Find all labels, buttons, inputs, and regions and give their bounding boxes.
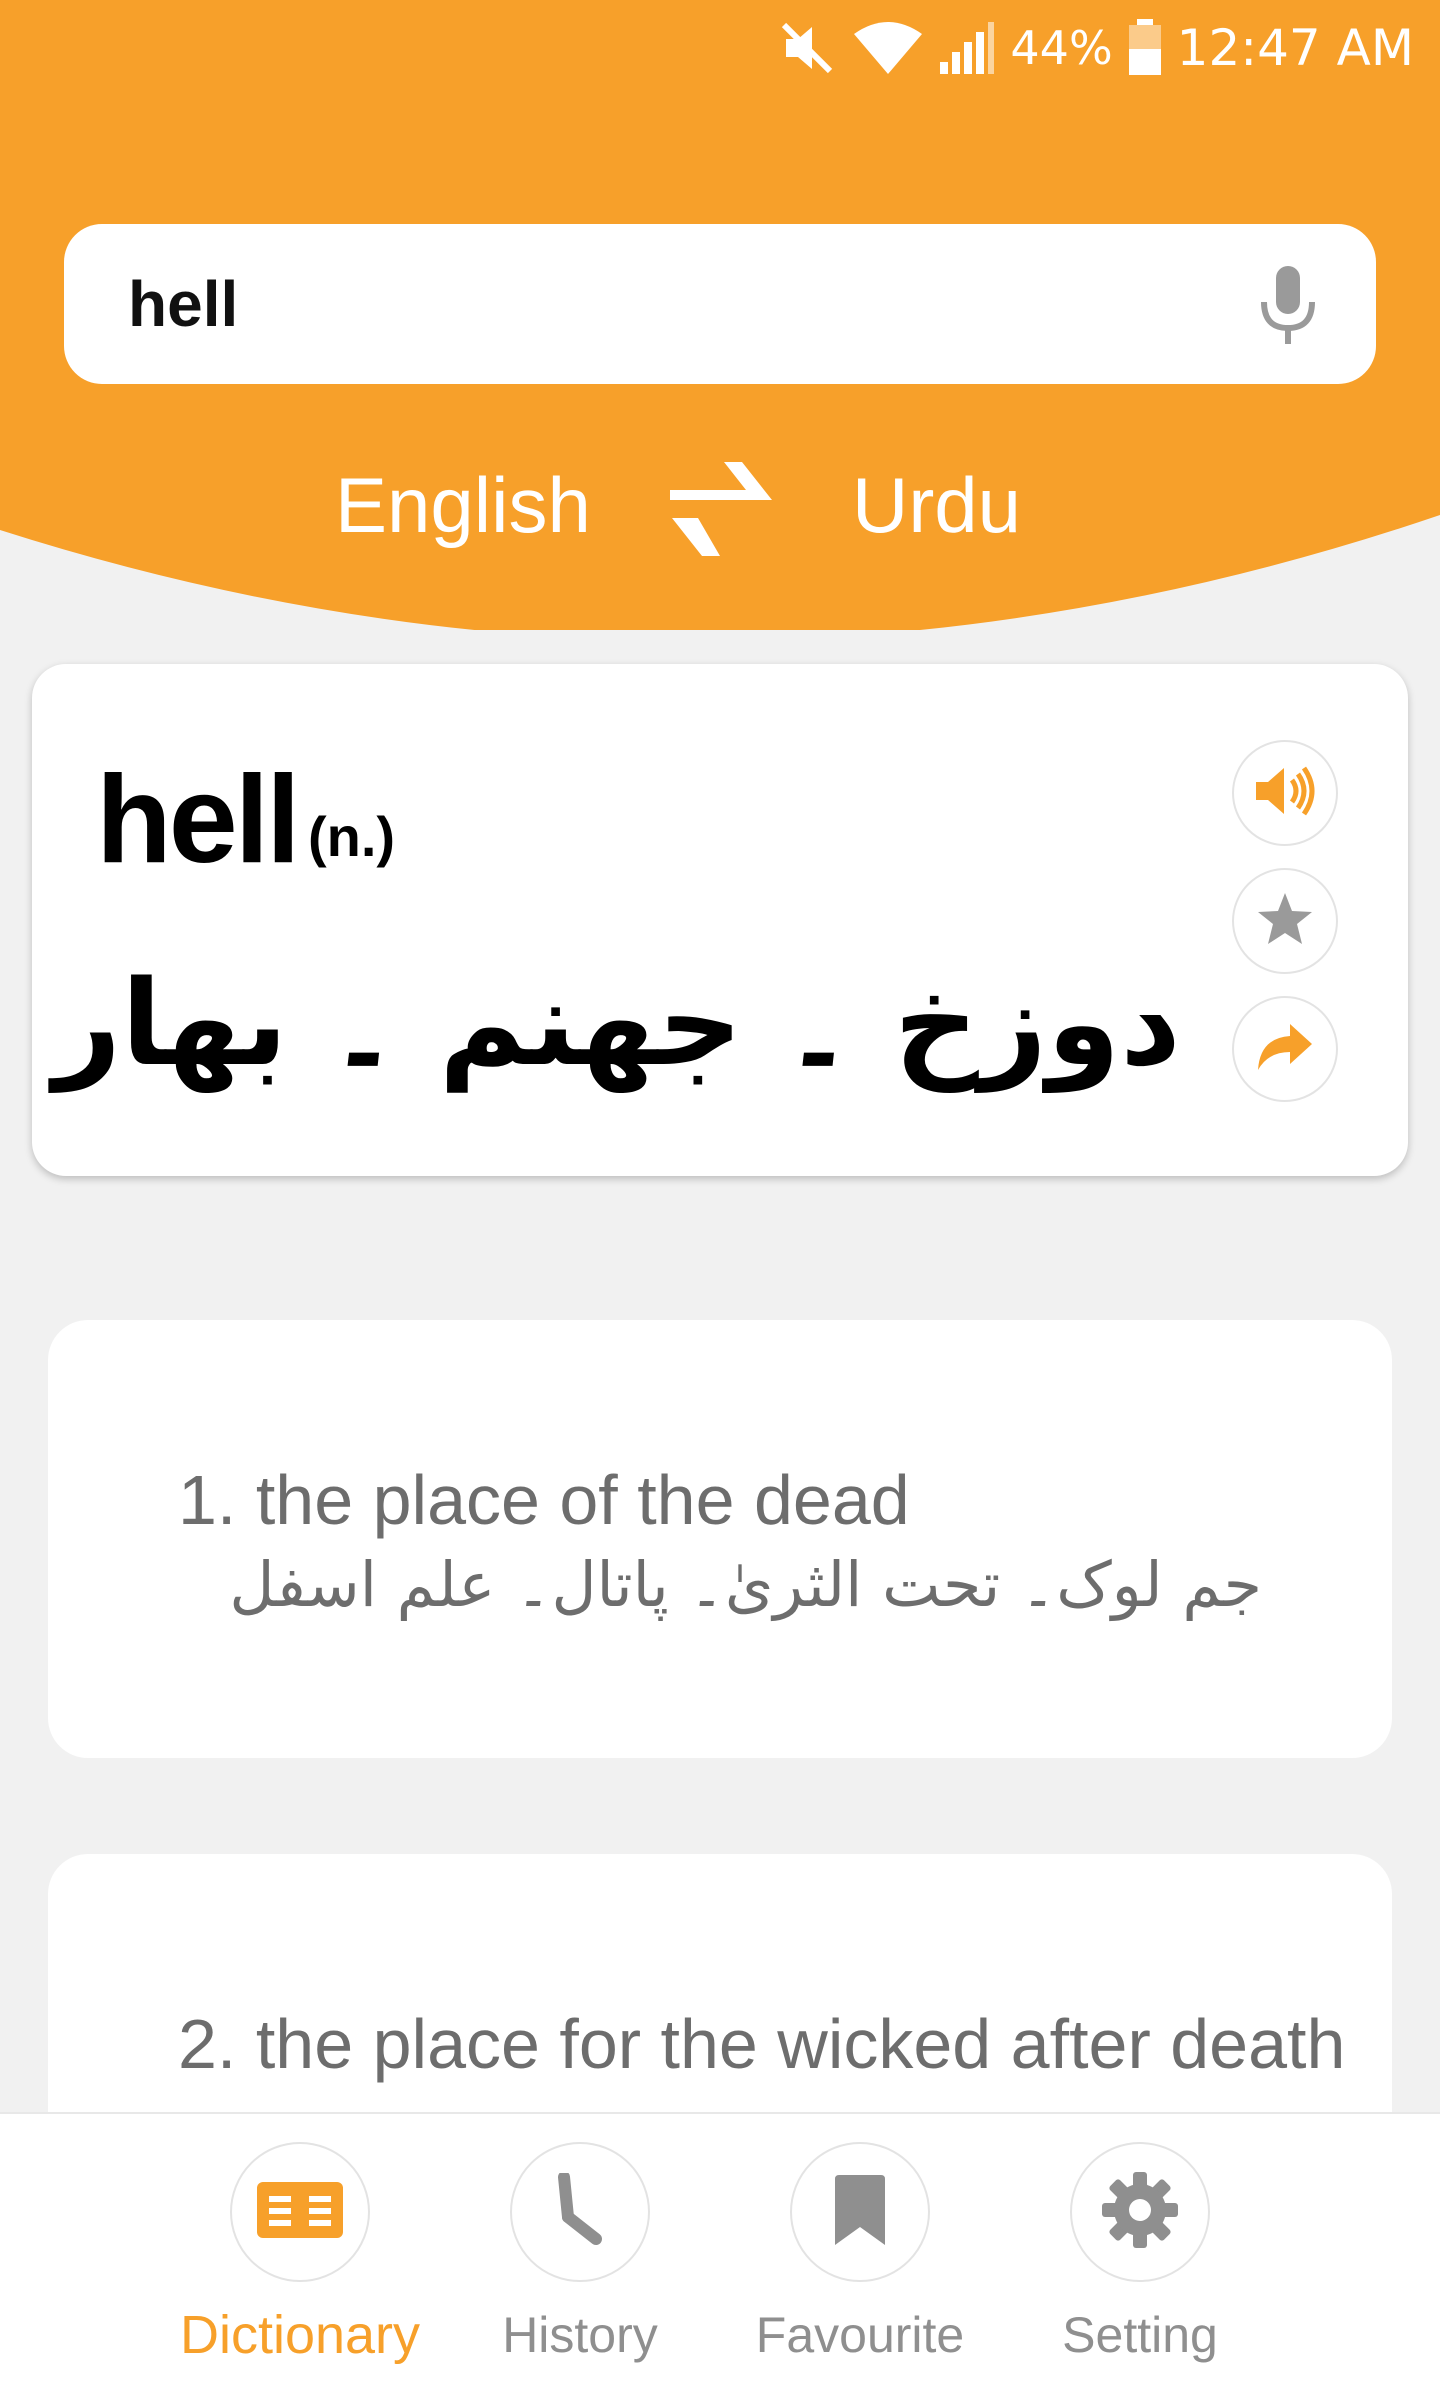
nav-favourite-label[interactable]: Favourite [720, 2306, 1000, 2364]
search-value[interactable]: hell [128, 267, 238, 341]
search-input[interactable]: hell [64, 224, 1376, 384]
meaning-english: 2. the place for the wicked after death [178, 2005, 1346, 2083]
status-bar: 44% 12:47 AM [0, 0, 1440, 96]
clock-icon [550, 2170, 610, 2252]
favourite-button[interactable] [1232, 868, 1338, 974]
language-selector: English Urdu [0, 450, 1440, 560]
wifi-icon [852, 20, 924, 76]
nav-setting-circle[interactable] [1070, 2142, 1210, 2282]
nav-history[interactable]: History [440, 2114, 720, 2392]
gear-icon [1102, 2171, 1178, 2253]
mute-icon [780, 21, 838, 75]
source-language[interactable]: English [335, 460, 591, 551]
share-button[interactable] [1232, 996, 1338, 1102]
battery-percent: 44% [1010, 21, 1113, 75]
word-translation: دوزخ ۔ جھنم ۔ بھار [53, 954, 1181, 1092]
meaning-urdu: جم لوک۔ تحت الثریٰ۔ پاتال۔ علم اسفل [229, 1548, 1262, 1621]
word-title: hell [96, 751, 301, 889]
bottom-nav: Dictionary History Favourite Setting [0, 2112, 1440, 2392]
target-language[interactable]: Urdu [852, 460, 1021, 551]
bookmark-icon [833, 2174, 887, 2250]
word-card: hell (n.) دوزخ ۔ جھنم ۔ بھار [32, 664, 1408, 1176]
nav-history-label[interactable]: History [440, 2306, 720, 2364]
meaning-english: 1. the place of the dead [178, 1461, 910, 1539]
share-icon [1256, 1022, 1314, 1077]
part-of-speech: (n.) [308, 805, 396, 868]
book-icon [257, 2181, 343, 2243]
nav-favourite[interactable]: Favourite [720, 2114, 1000, 2392]
meaning-card: 1. the place of the dead جم لوک۔ تحت الث… [48, 1320, 1392, 1758]
speaker-icon [1254, 764, 1316, 823]
nav-history-circle[interactable] [510, 2142, 650, 2282]
nav-dictionary-label[interactable]: Dictionary [160, 2304, 440, 2366]
nav-dictionary[interactable]: Dictionary [160, 2114, 440, 2392]
nav-setting[interactable]: Setting [1000, 2114, 1280, 2392]
speak-button[interactable] [1232, 740, 1338, 846]
mic-icon[interactable] [1258, 264, 1318, 346]
status-time: 12:47 AM [1176, 19, 1414, 77]
battery-icon [1127, 19, 1163, 77]
nav-favourite-circle[interactable] [790, 2142, 930, 2282]
star-icon [1256, 891, 1314, 952]
swap-arrows-icon[interactable] [668, 456, 776, 562]
nav-dictionary-circle[interactable] [230, 2142, 370, 2282]
nav-setting-label[interactable]: Setting [1000, 2306, 1280, 2364]
signal-icon [938, 20, 996, 76]
